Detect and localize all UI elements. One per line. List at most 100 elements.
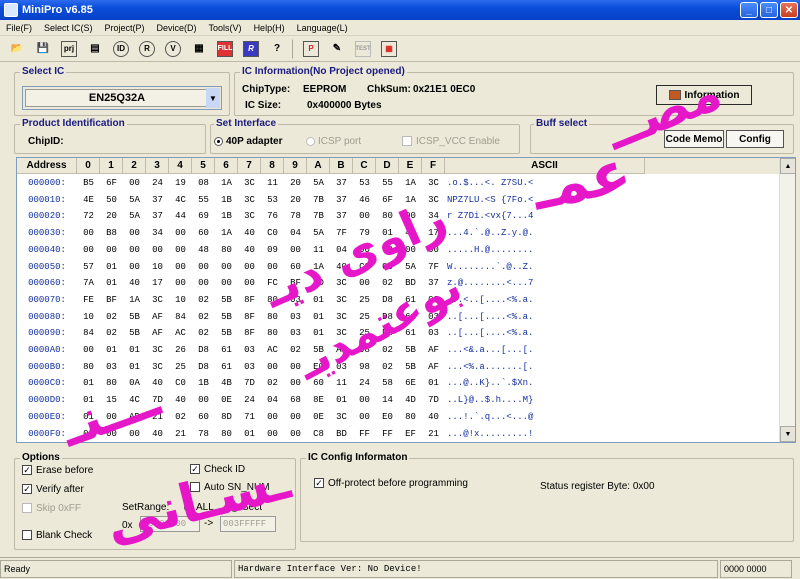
menu-help[interactable]: Help(H): [248, 23, 291, 33]
hex-byte-cell[interactable]: 61: [215, 342, 238, 358]
menu-select-ic[interactable]: Select IC(S): [38, 23, 99, 33]
hex-byte-cell[interactable]: 84: [77, 325, 100, 341]
hex-byte-cell[interactable]: 71: [238, 409, 261, 425]
hex-byte-cell[interactable]: 03: [238, 342, 261, 358]
hex-byte-cell[interactable]: 03: [238, 359, 261, 375]
hex-byte-cell[interactable]: 80: [261, 325, 284, 341]
hex-byte-cell[interactable]: 08: [192, 175, 215, 191]
hex-byte-cell[interactable]: 55: [192, 192, 215, 208]
hex-byte-cell[interactable]: 00: [169, 275, 192, 291]
hex-byte-cell[interactable]: 37: [146, 192, 169, 208]
hex-byte-cell[interactable]: 00: [192, 259, 215, 275]
hex-byte-cell[interactable]: 00: [169, 242, 192, 258]
hex-byte-cell[interactable]: 24: [146, 175, 169, 191]
hex-byte-cell[interactable]: 60: [192, 409, 215, 425]
hex-byte-cell[interactable]: 37: [146, 208, 169, 224]
erase-before-option[interactable]: ✓ Erase before: [22, 465, 93, 476]
hex-byte-cell[interactable]: 01: [100, 275, 123, 291]
hex-byte-cell[interactable]: 01: [330, 392, 353, 408]
read-icon[interactable]: ID: [110, 38, 132, 60]
hex-byte-cell[interactable]: 10: [77, 309, 100, 325]
hex-byte-cell[interactable]: 7D: [238, 375, 261, 391]
hex-byte-cell[interactable]: 40: [169, 392, 192, 408]
scroll-down-icon[interactable]: ▼: [780, 426, 795, 442]
hex-byte-cell[interactable]: 5B: [215, 292, 238, 308]
hex-byte-cell[interactable]: 3C: [238, 192, 261, 208]
hex-byte-cell[interactable]: 20: [100, 208, 123, 224]
project-icon[interactable]: prj: [58, 38, 80, 60]
hex-byte-cell[interactable]: 26: [169, 342, 192, 358]
vertical-scrollbar[interactable]: ▲ ▼: [779, 158, 795, 442]
menu-project[interactable]: Project(P): [99, 23, 151, 33]
verify-icon[interactable]: R: [136, 38, 158, 60]
hex-byte-cell[interactable]: 20: [284, 175, 307, 191]
interface-icsp-vcc[interactable]: ICSP_VCC Enable: [402, 136, 500, 147]
hex-byte-cell[interactable]: 04: [284, 225, 307, 241]
hex-byte-cell[interactable]: 72: [77, 208, 100, 224]
hex-byte-cell[interactable]: 00: [215, 259, 238, 275]
hex-byte-cell[interactable]: 37: [330, 208, 353, 224]
hex-byte-cell[interactable]: 01: [123, 342, 146, 358]
hex-byte-cell[interactable]: 19: [169, 175, 192, 191]
hex-byte-cell[interactable]: 25: [169, 359, 192, 375]
hex-byte-cell[interactable]: 68: [284, 392, 307, 408]
radio-icsp[interactable]: [306, 136, 315, 146]
hex-byte-cell[interactable]: BD: [330, 426, 353, 442]
hex-byte-cell[interactable]: 5B: [399, 342, 422, 358]
hex-byte-cell[interactable]: 7B: [307, 192, 330, 208]
hex-byte-cell[interactable]: 55: [376, 175, 399, 191]
hex-byte-cell[interactable]: 02: [192, 292, 215, 308]
hex-byte-cell[interactable]: 02: [192, 309, 215, 325]
hex-byte-cell[interactable]: 1B: [215, 192, 238, 208]
hex-byte-cell[interactable]: AF: [146, 325, 169, 341]
hex-byte-cell[interactable]: 40: [123, 275, 146, 291]
hex-byte-cell[interactable]: 02: [100, 325, 123, 341]
hex-byte-cell[interactable]: 00: [261, 409, 284, 425]
hex-byte-cell[interactable]: 01: [422, 375, 445, 391]
hex-byte-cell[interactable]: 5B: [399, 359, 422, 375]
hex-byte-cell[interactable]: 21: [422, 426, 445, 442]
hex-byte-cell[interactable]: B8: [100, 225, 123, 241]
hex-byte-cell[interactable]: 20: [284, 192, 307, 208]
hex-byte-cell[interactable]: 3C: [238, 208, 261, 224]
hex-byte-cell[interactable]: 0E: [215, 392, 238, 408]
scroll-up-icon[interactable]: ▲: [780, 158, 795, 174]
hex-byte-cell[interactable]: FF: [376, 426, 399, 442]
hex-byte-cell[interactable]: 60: [192, 225, 215, 241]
chip-icon[interactable]: ▤: [84, 38, 106, 60]
hex-byte-cell[interactable]: 3C: [238, 175, 261, 191]
checkbox-blank[interactable]: [22, 530, 32, 541]
hex-byte-cell[interactable]: 21: [169, 426, 192, 442]
hex-byte-cell[interactable]: 80: [399, 409, 422, 425]
maximize-button[interactable]: □: [760, 2, 778, 18]
hex-byte-cell[interactable]: 01: [307, 309, 330, 325]
verify-after-option[interactable]: ✓ Verify after: [22, 484, 84, 495]
hex-byte-cell[interactable]: 3C: [146, 292, 169, 308]
hex-byte-cell[interactable]: 46: [353, 192, 376, 208]
hex-byte-cell[interactable]: 4D: [399, 392, 422, 408]
hex-byte-cell[interactable]: 1A: [399, 175, 422, 191]
hex-byte-cell[interactable]: 00: [146, 242, 169, 258]
hex-byte-cell[interactable]: 34: [146, 225, 169, 241]
hex-byte-cell[interactable]: 8F: [238, 325, 261, 341]
hex-byte-cell[interactable]: AF: [422, 342, 445, 358]
hex-byte-cell[interactable]: AC: [261, 342, 284, 358]
hex-byte-cell[interactable]: 61: [215, 359, 238, 375]
save-icon[interactable]: 💾: [32, 38, 54, 60]
hex-byte-cell[interactable]: 4C: [169, 192, 192, 208]
hex-byte-cell[interactable]: 5A: [123, 208, 146, 224]
hex-byte-cell[interactable]: 8D: [215, 409, 238, 425]
hex-byte-cell[interactable]: 1B: [192, 375, 215, 391]
hex-byte-cell[interactable]: 7A: [77, 275, 100, 291]
hex-byte-cell[interactable]: 00: [192, 392, 215, 408]
interface-icsp[interactable]: ICSP port: [306, 136, 361, 147]
hex-byte-cell[interactable]: 7D: [422, 392, 445, 408]
hex-byte-cell[interactable]: B5: [77, 175, 100, 191]
hex-byte-cell[interactable]: 48: [192, 242, 215, 258]
hex-byte-cell[interactable]: D8: [192, 342, 215, 358]
chip-info-icon[interactable]: ▦: [378, 38, 400, 60]
read-chip-icon[interactable]: FILL: [214, 38, 236, 60]
hex-byte-cell[interactable]: 00: [192, 275, 215, 291]
hex-byte-cell[interactable]: 6F: [100, 175, 123, 191]
hex-byte-cell[interactable]: 01: [100, 259, 123, 275]
